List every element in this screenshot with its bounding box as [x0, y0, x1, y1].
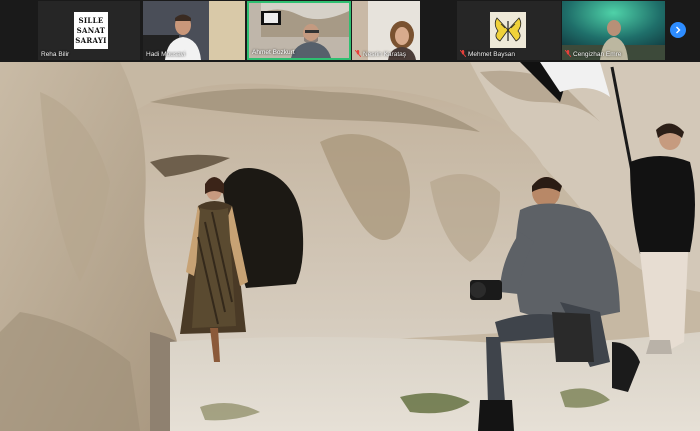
participant-tile-ahmet-bozkurt[interactable]: Ahmet Bozkurt: [247, 1, 351, 60]
participant-name: Nesrin Karataş: [355, 50, 406, 58]
participant-name: Mehmet Baysan: [460, 50, 515, 58]
muted-mic-icon: [565, 50, 571, 57]
participant-name: Hadi Mousavi: [146, 51, 186, 58]
participant-tile-hadi-mousavi[interactable]: Hadi Mousavi: [143, 1, 245, 60]
next-participants-button[interactable]: [670, 22, 686, 38]
sille-sanat-sarayi-logo: SILLE SANAT SARAYI: [74, 12, 108, 49]
participant-tile-cengizhan-emre[interactable]: Cengizhan Emre: [562, 1, 665, 60]
muted-mic-icon: [355, 50, 361, 57]
participant-tile-reha-bilir[interactable]: SILLE SANAT SARAYI Reha Bilir: [38, 1, 140, 60]
butterfly-icon: [494, 17, 522, 42]
participant-tile-mehmet-baysan[interactable]: Mehmet Baysan: [457, 1, 561, 60]
participant-strip: SILLE SANAT SARAYI Reha Bilir Hadi Mousa…: [0, 0, 700, 62]
participant-name: Reha Bilir: [41, 51, 70, 58]
participant-name: Cengizhan Emre: [565, 50, 621, 58]
participant-name: Ahmet Bozkurt: [252, 49, 295, 56]
participant-tile-nesrin-karatas[interactable]: Nesrin Karataş: [352, 1, 420, 60]
main-video-frame: [0, 62, 700, 431]
main-video: [0, 62, 700, 431]
muted-mic-icon: [460, 50, 466, 57]
chevron-right-icon: [676, 26, 681, 34]
